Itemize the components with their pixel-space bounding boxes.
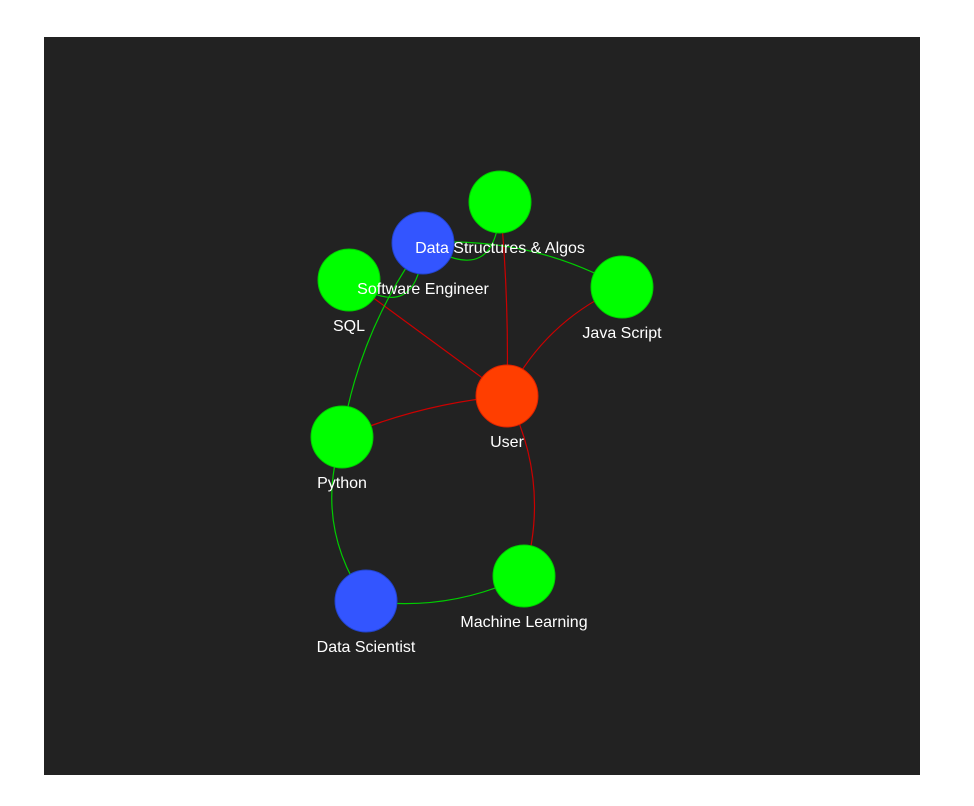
node-dsa[interactable] (468, 170, 532, 234)
node-label-dsa: Data Structures & Algos (415, 240, 585, 257)
node-label-sql: SQL (333, 318, 365, 335)
skill-graph: User Data Structures & Algos Software Engi… (310, 170, 662, 656)
graph-canvas: User Data Structures & Algos Software Engi… (44, 37, 920, 775)
node-label-ml: Machine Learning (460, 614, 587, 631)
node-label-js: Java Script (582, 325, 662, 342)
node-label-python: Python (317, 475, 367, 492)
node-label-user: User (490, 434, 524, 451)
node-js[interactable] (590, 255, 654, 319)
node-python[interactable] (310, 405, 374, 469)
node-sql[interactable] (317, 248, 381, 312)
node-label-ds: Data Scientist (317, 639, 416, 656)
node-label-swe: Software Engineer (357, 281, 489, 298)
node-user[interactable] (475, 364, 539, 428)
node-ds[interactable] (334, 569, 398, 633)
node-ml[interactable] (492, 544, 556, 608)
